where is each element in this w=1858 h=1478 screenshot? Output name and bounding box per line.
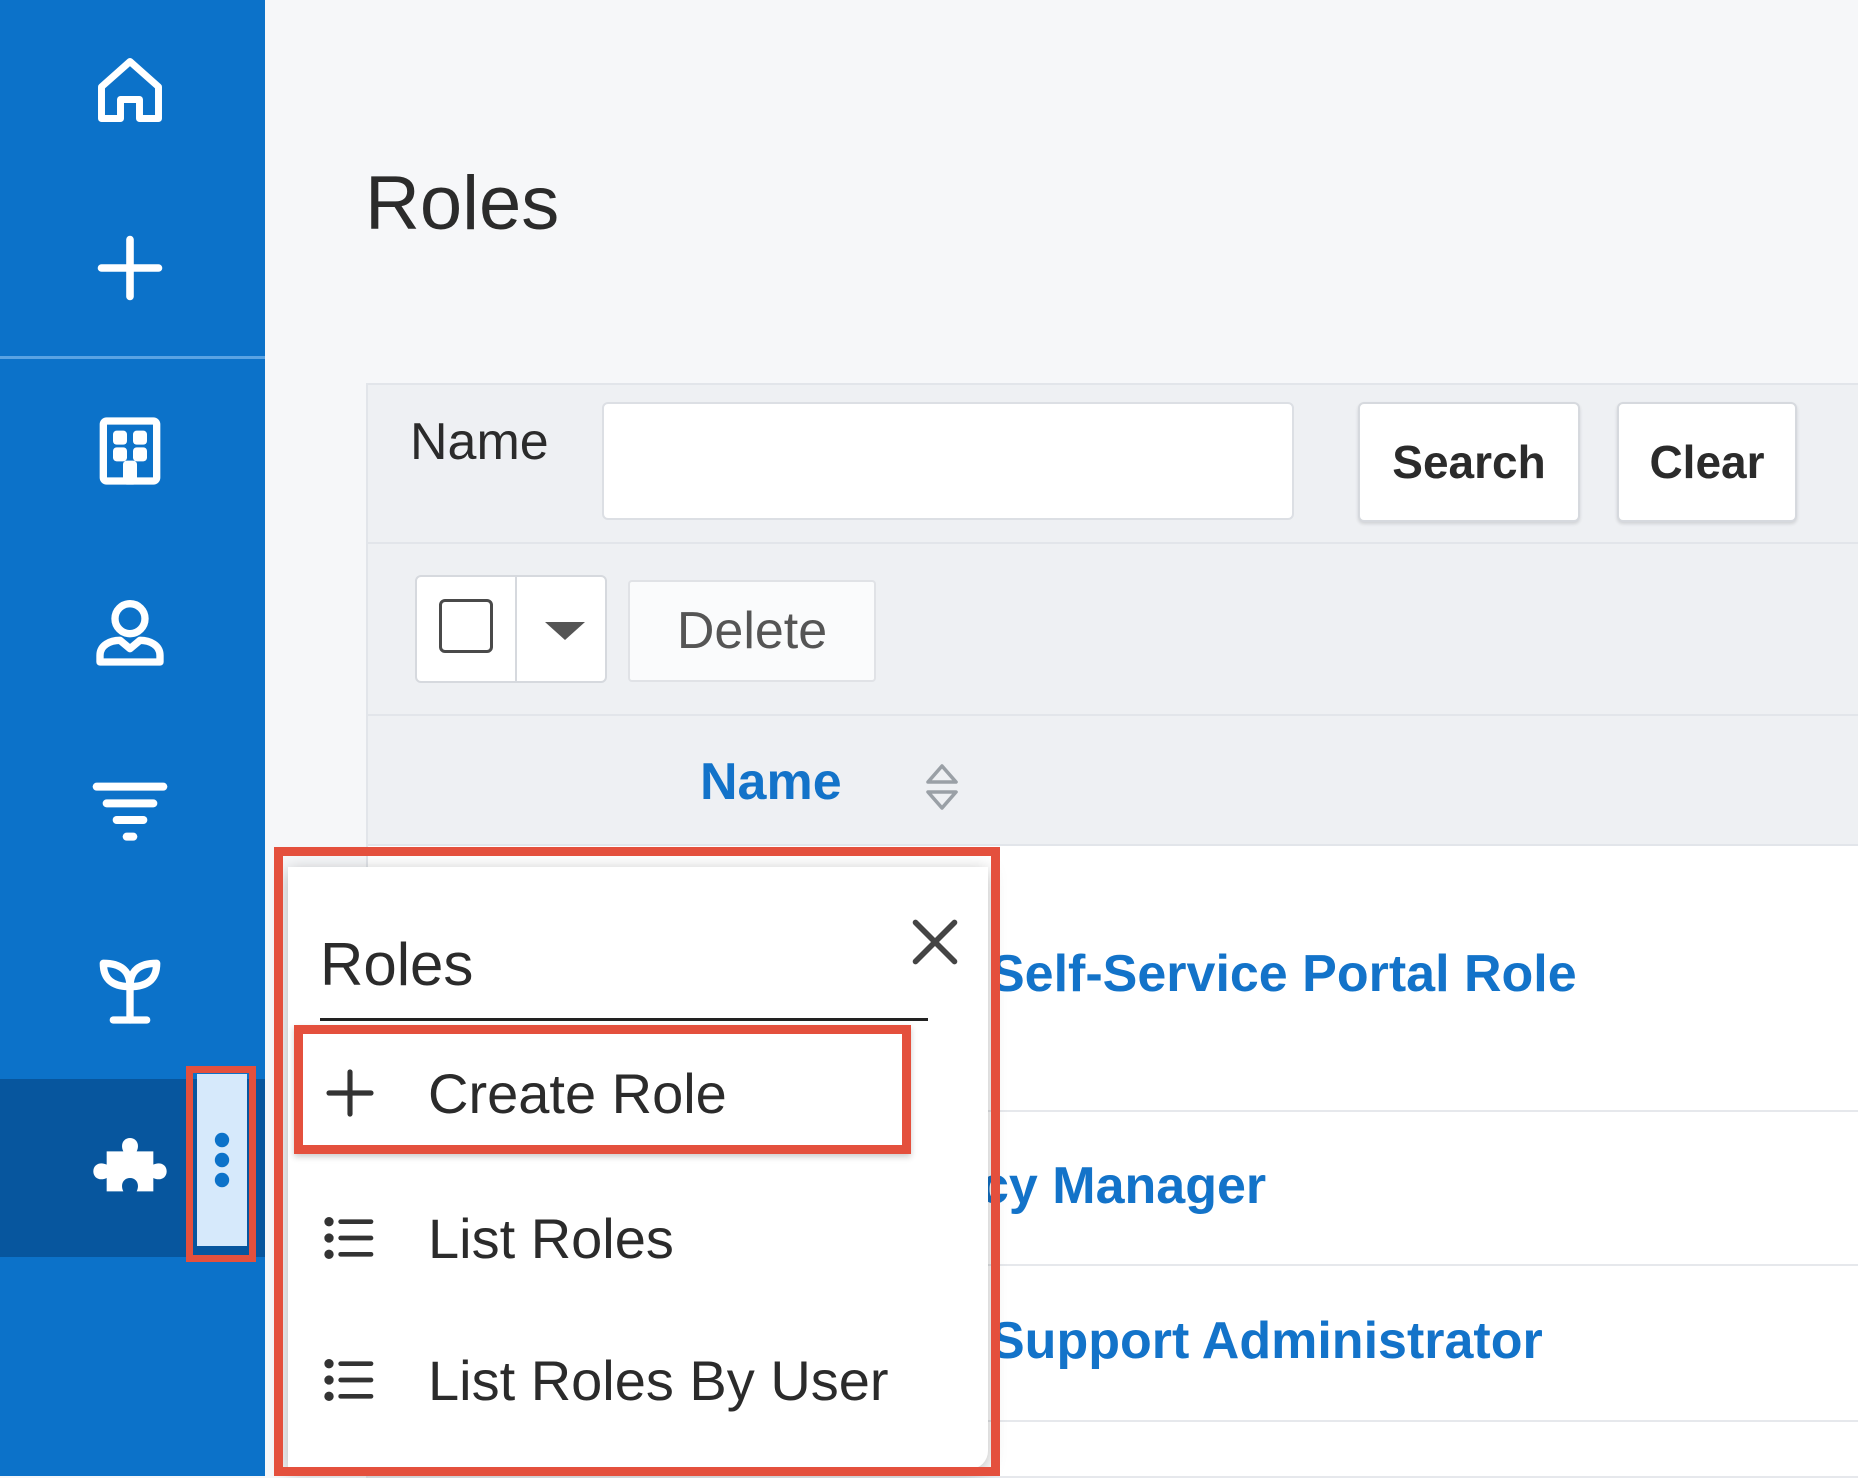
menu-item-create-role[interactable]: Create Role (318, 1038, 918, 1148)
home-icon[interactable] (80, 40, 180, 140)
sidebar-divider (0, 356, 265, 359)
page-title: Roles (365, 161, 560, 246)
puzzle-icon[interactable] (80, 1118, 180, 1218)
user-icon[interactable] (80, 582, 180, 682)
building-icon[interactable] (80, 401, 180, 501)
filter-icon[interactable] (80, 760, 180, 860)
sidebar (0, 0, 265, 1476)
column-header-name[interactable]: Name (700, 752, 842, 812)
sprout-icon[interactable] (80, 940, 180, 1040)
more-actions-button[interactable] (197, 1074, 247, 1246)
menu-item-list-roles[interactable]: List Roles (318, 1183, 918, 1293)
menu-item-label: Create Role (428, 1061, 727, 1125)
filter-name-label: Name (410, 413, 549, 471)
plus-icon[interactable] (80, 218, 180, 318)
menu-item-list-roles-by-user[interactable]: List Roles By User (318, 1325, 918, 1435)
popup-title-underline (320, 1018, 928, 1021)
clear-button[interactable]: Clear (1617, 402, 1797, 522)
sort-icon[interactable] (922, 760, 962, 814)
search-button[interactable]: Search (1358, 402, 1580, 522)
delete-button[interactable]: Delete (628, 580, 876, 682)
select-all-group (415, 575, 607, 683)
name-search-input[interactable] (602, 402, 1294, 520)
menu-item-label: List Roles (428, 1206, 674, 1270)
popup-title: Roles (320, 931, 474, 998)
table-header (368, 716, 1858, 846)
role-name-link[interactable]: Self-Service Portal Role (990, 944, 1577, 1004)
plus-icon (318, 1061, 382, 1125)
kebab-vertical-icon (214, 1132, 230, 1188)
select-divider (515, 577, 517, 681)
close-icon[interactable] (905, 912, 965, 972)
list-icon (318, 1206, 382, 1270)
select-all-checkbox[interactable] (439, 599, 493, 653)
list-icon (318, 1348, 382, 1412)
menu-item-label: List Roles By User (428, 1348, 889, 1412)
role-name-link[interactable]: cy Manager (980, 1156, 1266, 1216)
role-name-link[interactable]: Support Administrator (990, 1311, 1543, 1371)
chevron-down-icon[interactable] (545, 622, 585, 640)
